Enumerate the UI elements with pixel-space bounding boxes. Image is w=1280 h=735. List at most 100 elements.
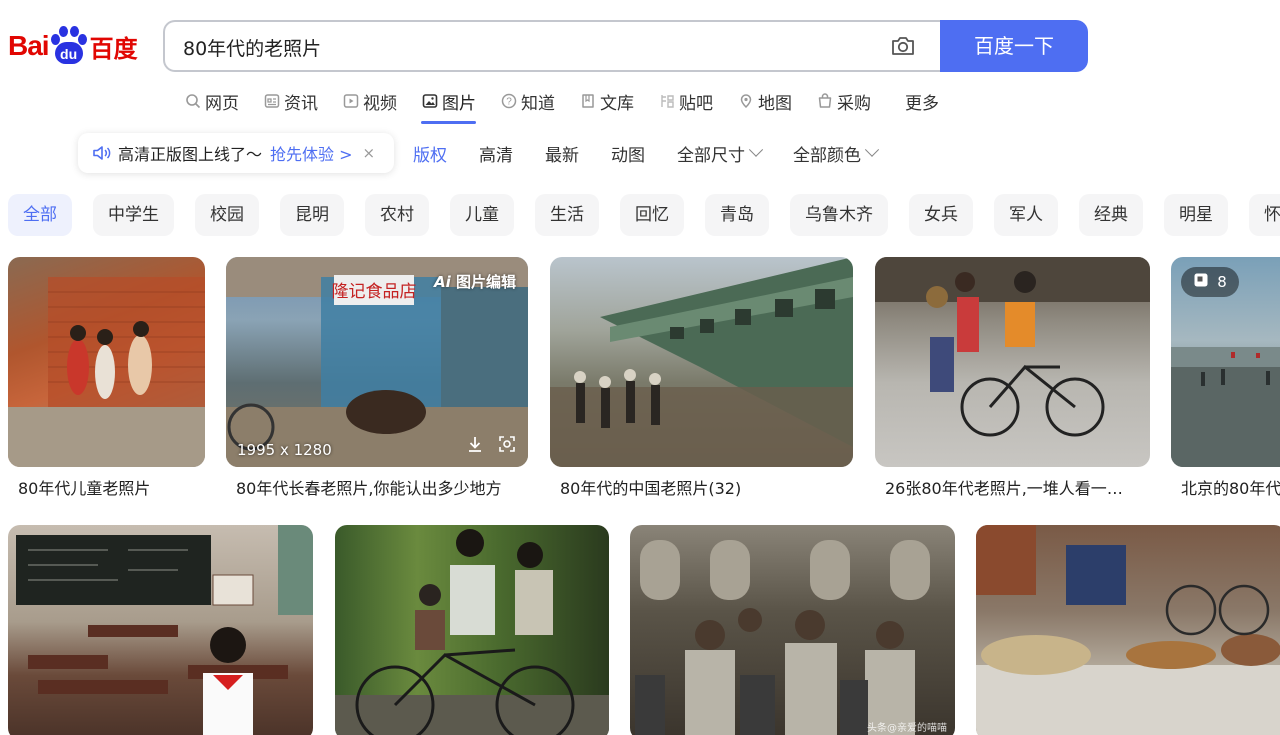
photo-classroom [16,525,313,735]
filter-copyright[interactable]: 版权 [413,141,447,166]
tab-video[interactable]: 视频 [342,88,397,114]
close-icon[interactable]: × [363,144,376,162]
camera-icon[interactable] [890,35,916,57]
result-caption[interactable]: 80年代儿童老照片 [18,475,204,499]
tab-tieba[interactable]: 贴吧 [658,88,713,114]
tab-label: 资讯 [284,93,318,114]
tab-web[interactable]: 网页 [184,88,239,114]
download-icon[interactable] [466,435,484,457]
image-edit-label: 图片编辑 [455,273,516,291]
result-caption[interactable]: 80年代长春老照片,你能认出多少地方 [236,475,528,499]
chip[interactable]: 乌鲁木齐 [790,194,888,236]
logo-cn: 百度 [89,34,138,63]
result-image[interactable] [335,525,609,735]
result-image[interactable] [8,257,205,467]
tab-images[interactable]: 图片 [421,88,476,124]
tab-label: 图片 [442,93,476,114]
tab-label: 知道 [521,93,555,114]
tab-label: 网页 [205,93,239,114]
photo-kids-bicycle [875,257,1150,437]
tab-map[interactable]: 地图 [737,88,792,114]
chip[interactable]: 儿童 [450,194,514,236]
bag-icon [816,92,834,110]
chevron-down-icon [748,142,764,157]
tab-zhidao[interactable]: ? 知道 [500,88,555,114]
result-image[interactable]: 8 [1171,257,1280,467]
chip[interactable]: 青岛 [705,194,769,236]
tieba-icon [658,92,676,110]
tab-label: 更多 [905,93,939,114]
result-image[interactable] [875,257,1150,467]
tab-label: 采购 [837,93,871,114]
video-icon [342,92,360,110]
search-input[interactable] [183,34,863,60]
photo-children-bricks [8,277,205,467]
ai-icon: Ai [434,273,456,291]
photo-family-bicycle [335,529,609,735]
chip[interactable]: 中学生 [93,194,174,236]
baidu-logo[interactable]: Bai du 百度 [8,24,142,68]
result-caption[interactable]: 26张80年代老照片,一堆人看一辈子 [885,475,1135,499]
chip-all[interactable]: 全部 [8,194,72,236]
filter-size[interactable]: 全部尺寸 [677,141,764,166]
result-caption[interactable]: 北京的80年代 [1181,475,1280,499]
photo-train-station [550,257,853,467]
paw-icon: du [50,26,88,66]
chip[interactable]: 怀旧 [1249,194,1280,236]
tab-label: 贴吧 [679,93,713,114]
speaker-icon [92,144,112,162]
tab-news[interactable]: 资讯 [263,88,318,114]
image-tools [466,435,516,457]
filter-color[interactable]: 全部颜色 [793,141,880,166]
chevron-down-icon [864,142,880,157]
image-search-icon[interactable] [498,435,516,457]
tab-shopping[interactable]: 采购 [816,88,871,114]
nav-tabs: 网页 资讯 视频 图片 ? 知道 文库 贴吧 地图 采购 更多 [184,88,939,124]
filter-animated[interactable]: 动图 [611,141,645,166]
svg-text:隆记食品店: 隆记食品店 [332,282,417,302]
tab-wenku[interactable]: 文库 [579,88,634,114]
notice-text: 高清正版图上线了～ [118,145,263,164]
image-count: 8 [1217,273,1227,291]
map-icon [737,92,755,110]
image-dimensions: 1995 x 1280 [237,441,332,459]
chip[interactable]: 军人 [994,194,1058,236]
result-image[interactable] [976,525,1280,735]
filter-latest[interactable]: 最新 [545,141,579,166]
chip[interactable]: 农村 [365,194,429,236]
search-button[interactable]: 百度一下 [940,20,1088,72]
result-image[interactable]: 隆记食品店 Ai 图片编辑 1995 x 1280 [226,257,528,467]
chip[interactable]: 校园 [195,194,259,236]
watermark: 头条@亲爱的喵喵 [867,723,947,734]
logo-bai: Bai [8,30,50,61]
chip[interactable]: 昆明 [280,194,344,236]
question-icon: ? [500,92,518,110]
chip[interactable]: 明星 [1164,194,1228,236]
logo-du: du [54,42,83,64]
related-chips: 全部 中学生 校园 昆明 农村 儿童 生活 回忆 青岛 乌鲁木齐 女兵 军人 经… [8,194,1280,236]
tab-label: 地图 [758,93,792,114]
photo-market-stall [976,525,1280,735]
image-icon [421,92,439,110]
search-box [163,20,941,72]
result-image[interactable]: 头条@亲爱的喵喵 [630,525,955,735]
news-icon [263,92,281,110]
tab-label: 视频 [363,93,397,114]
chip[interactable]: 生活 [535,194,599,236]
result-caption[interactable]: 80年代的中国老照片(32) [560,475,853,499]
filter-hd[interactable]: 高清 [479,141,513,166]
image-count-badge: 8 [1181,267,1239,297]
chip[interactable]: 回忆 [620,194,684,236]
notice-link[interactable]: 抢先体验 > [270,141,353,165]
filter-bar: 版权 高清 最新 动图 全部尺寸 全部颜色 [413,141,909,166]
filter-size-label: 全部尺寸 [677,146,745,166]
chip[interactable]: 经典 [1079,194,1143,236]
tab-more[interactable]: 更多 [905,88,939,114]
doc-icon [579,92,597,110]
gallery-icon [1193,272,1209,292]
chip[interactable]: 女兵 [909,194,973,236]
result-image[interactable] [8,525,313,735]
photo-factory-workers [635,540,930,735]
image-edit-overlay[interactable]: Ai 图片编辑 [434,271,516,292]
result-image[interactable] [550,257,853,467]
